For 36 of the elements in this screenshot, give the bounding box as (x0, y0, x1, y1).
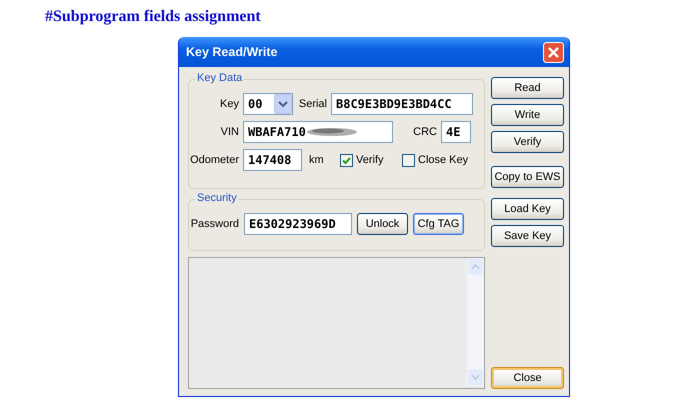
side-button[interactable]: Save Key (491, 225, 564, 247)
checkbox[interactable]: Close Key (402, 154, 482, 166)
checkbox[interactable]: Verify (340, 154, 398, 166)
password-field[interactable]: E6302923969D (244, 213, 352, 235)
crc-field[interactable]: 4E (441, 121, 471, 143)
close-icon[interactable] (543, 42, 564, 62)
side-button[interactable]: Verify (491, 131, 564, 153)
side-button[interactable]: Read (491, 77, 564, 99)
serial-label: Serial (298, 98, 327, 110)
side-button[interactable]: Copy to EWS (491, 166, 564, 188)
close-button[interactable]: Close (491, 367, 564, 389)
key-label: Key (219, 98, 239, 110)
checkbox-box[interactable] (340, 154, 353, 166)
serial-field[interactable]: B8C9E3BD9E3BD4CC (331, 93, 473, 115)
page-heading: #Subprogram fields assignment (44, 7, 262, 27)
side-button[interactable]: Write (491, 104, 564, 126)
window-title: Key Read/Write (186, 45, 278, 59)
scrollbar-drawing[interactable] (467, 258, 484, 386)
dropdown-icon[interactable] (274, 94, 292, 114)
security-button[interactable]: Unlock (357, 213, 408, 235)
checkbox-box[interactable] (402, 154, 415, 166)
log-area[interactable] (188, 257, 485, 389)
group-legend: Key Data (195, 72, 244, 84)
odometer-label: Odometer (189, 154, 239, 166)
group-legend: Security (195, 192, 239, 204)
odometer-field[interactable]: 147408 (243, 149, 302, 171)
vin-value: WBAFA710 (248, 125, 306, 139)
side-button[interactable]: Load Key (491, 198, 564, 220)
unit-label: km (308, 154, 325, 166)
blur-smudge-drawing (306, 126, 358, 138)
password-label: Password (190, 218, 239, 230)
crc-label: CRC (412, 126, 437, 138)
vin-field[interactable]: WBAFA710 (243, 121, 393, 143)
security-button[interactable]: Cfg TAG (413, 213, 464, 235)
key-dropdown[interactable]: 00 (243, 93, 293, 115)
vin-label: VIN (220, 126, 239, 138)
